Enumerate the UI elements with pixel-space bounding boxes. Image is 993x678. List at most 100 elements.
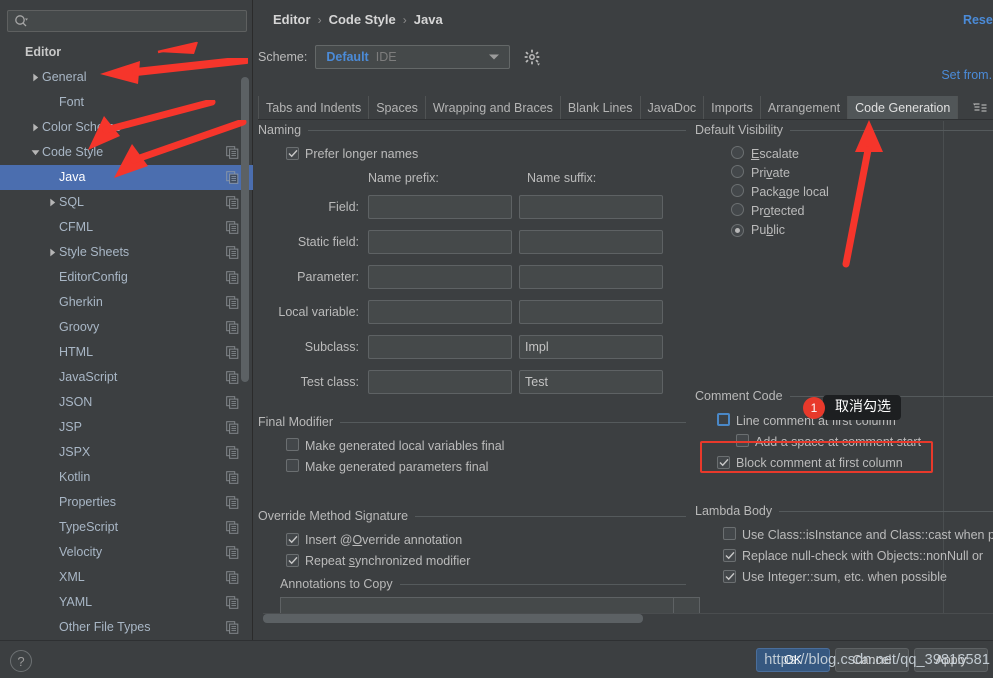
content-horizontal-scrollbar-thumb[interactable]: [263, 614, 643, 623]
sidebar-item-other-file-types[interactable]: Other File Types: [0, 615, 253, 640]
sidebar-item-editor[interactable]: Editor: [0, 40, 253, 65]
naming-prefix-input[interactable]: [368, 264, 512, 289]
reset-link[interactable]: Reset: [963, 13, 993, 27]
ok-button[interactable]: OK: [756, 648, 830, 672]
sidebar-item-yaml[interactable]: YAML: [0, 590, 253, 615]
copy-icon[interactable]: [226, 296, 239, 309]
checkbox-comment-code[interactable]: Line comment at first column: [717, 410, 993, 431]
checkbox-box[interactable]: [717, 412, 730, 429]
tab-javadoc[interactable]: JavaDoc: [641, 96, 705, 119]
sidebar-item-color-scheme[interactable]: Color Scheme: [0, 115, 253, 140]
tab-tabs-and-indents[interactable]: Tabs and Indents: [258, 96, 370, 119]
copy-icon[interactable]: [226, 246, 239, 259]
tab-imports[interactable]: Imports: [704, 96, 761, 119]
copy-icon[interactable]: [226, 446, 239, 459]
chevron-right-icon[interactable]: [29, 65, 42, 90]
sidebar-item-style-sheets[interactable]: Style Sheets: [0, 240, 253, 265]
sidebar-item-jspx[interactable]: JSPX: [0, 440, 253, 465]
sidebar-item-json[interactable]: JSON: [0, 390, 253, 415]
copy-icon[interactable]: [226, 271, 239, 284]
sidebar-item-xml[interactable]: XML: [0, 565, 253, 590]
tab-arrangement[interactable]: Arrangement: [761, 96, 849, 119]
tab-wrapping-and-braces[interactable]: Wrapping and Braces: [426, 96, 561, 119]
checkbox-box[interactable]: [736, 433, 749, 450]
tab-code-generation[interactable]: Code Generation: [848, 96, 959, 119]
radio-default-visibility[interactable]: Package local: [731, 182, 993, 201]
chevron-right-icon[interactable]: [29, 115, 42, 140]
naming-prefix-input[interactable]: [368, 369, 512, 394]
naming-prefix-input[interactable]: [368, 194, 512, 219]
checkbox-lambda-body[interactable]: Replace null-check with Objects::nonNull…: [723, 545, 993, 566]
copy-icon[interactable]: [226, 421, 239, 434]
naming-prefix-input[interactable]: [368, 229, 512, 254]
sidebar-item-editorconfig[interactable]: EditorConfig: [0, 265, 253, 290]
gear-icon[interactable]: [524, 49, 541, 66]
radio-default-visibility[interactable]: Public: [731, 220, 993, 239]
radio-default-visibility[interactable]: Private: [731, 163, 993, 182]
checkbox-prefer-longer-names[interactable]: Prefer longer names: [286, 143, 686, 164]
copy-icon[interactable]: [226, 321, 239, 334]
checkbox-override-signature[interactable]: Insert @Override annotation: [286, 529, 686, 550]
checkbox-box[interactable]: [723, 526, 736, 543]
chevron-right-icon[interactable]: [46, 190, 59, 215]
sidebar-item-kotlin[interactable]: Kotlin: [0, 465, 253, 490]
scheme-dropdown[interactable]: Default IDE: [315, 45, 511, 69]
sidebar-item-cfml[interactable]: CFML: [0, 215, 253, 240]
checkbox-comment-code[interactable]: Add a space at comment start: [736, 431, 993, 452]
copy-icon[interactable]: [226, 346, 239, 359]
checkbox-final-modifier[interactable]: Make generated local variables final: [286, 435, 686, 456]
copy-icon[interactable]: [226, 521, 239, 534]
naming-prefix-input[interactable]: [368, 299, 512, 324]
sidebar-item-general[interactable]: General: [0, 65, 253, 90]
copy-icon[interactable]: [226, 221, 239, 234]
sidebar-item-sql[interactable]: SQL: [0, 190, 253, 215]
naming-suffix-input[interactable]: [519, 229, 663, 254]
search-box[interactable]: [7, 10, 247, 32]
copy-icon[interactable]: [226, 546, 239, 559]
checkbox-lambda-body[interactable]: Use Integer::sum, etc. when possible: [723, 566, 993, 587]
naming-suffix-input[interactable]: [519, 334, 663, 359]
radio-box[interactable]: [731, 164, 744, 181]
copy-icon[interactable]: [226, 621, 239, 634]
tab-overflow-button[interactable]: [967, 96, 993, 119]
sidebar-item-html[interactable]: HTML: [0, 340, 253, 365]
sidebar-item-java[interactable]: Java: [0, 165, 253, 190]
copy-icon[interactable]: [226, 196, 239, 209]
search-input[interactable]: [29, 13, 246, 29]
tab-spaces[interactable]: Spaces: [369, 96, 426, 119]
checkbox-final-modifier[interactable]: Make generated parameters final: [286, 456, 686, 477]
sidebar-item-velocity[interactable]: Velocity: [0, 540, 253, 565]
radio-box[interactable]: [731, 183, 744, 200]
sidebar-scrollbar-thumb[interactable]: [241, 77, 249, 382]
naming-suffix-input[interactable]: [519, 369, 663, 394]
sidebar-item-code-style[interactable]: Code Style: [0, 140, 253, 165]
radio-box[interactable]: [731, 222, 744, 237]
radio-box[interactable]: [731, 202, 744, 219]
checkbox-box[interactable]: [286, 458, 299, 475]
copy-icon[interactable]: [226, 596, 239, 609]
sidebar-scrollbar[interactable]: [241, 62, 249, 640]
copy-icon[interactable]: [226, 171, 239, 184]
copy-icon[interactable]: [226, 146, 239, 159]
sidebar-item-font[interactable]: Font: [0, 90, 253, 115]
copy-icon[interactable]: [226, 396, 239, 409]
radio-default-visibility[interactable]: Escalate: [731, 144, 993, 163]
naming-suffix-input[interactable]: [519, 194, 663, 219]
sidebar-item-groovy[interactable]: Groovy: [0, 315, 253, 340]
apply-button[interactable]: Apply: [914, 648, 988, 672]
sidebar-item-typescript[interactable]: TypeScript: [0, 515, 253, 540]
checkbox-box[interactable]: [286, 437, 299, 454]
radio-box[interactable]: [731, 145, 744, 162]
naming-suffix-input[interactable]: [519, 299, 663, 324]
naming-prefix-input[interactable]: [368, 334, 512, 359]
copy-icon[interactable]: [226, 571, 239, 584]
tab-blank-lines[interactable]: Blank Lines: [561, 96, 641, 119]
checkbox-box[interactable]: [286, 146, 299, 161]
breadcrumb-item-1[interactable]: Code Style: [329, 12, 396, 27]
checkbox-box[interactable]: [723, 569, 736, 584]
checkbox-override-signature[interactable]: Repeat synchronized modifier: [286, 550, 686, 571]
checkbox-box[interactable]: [717, 455, 730, 470]
sidebar-item-properties[interactable]: Properties: [0, 490, 253, 515]
sidebar-item-gherkin[interactable]: Gherkin: [0, 290, 253, 315]
radio-default-visibility[interactable]: Protected: [731, 201, 993, 220]
